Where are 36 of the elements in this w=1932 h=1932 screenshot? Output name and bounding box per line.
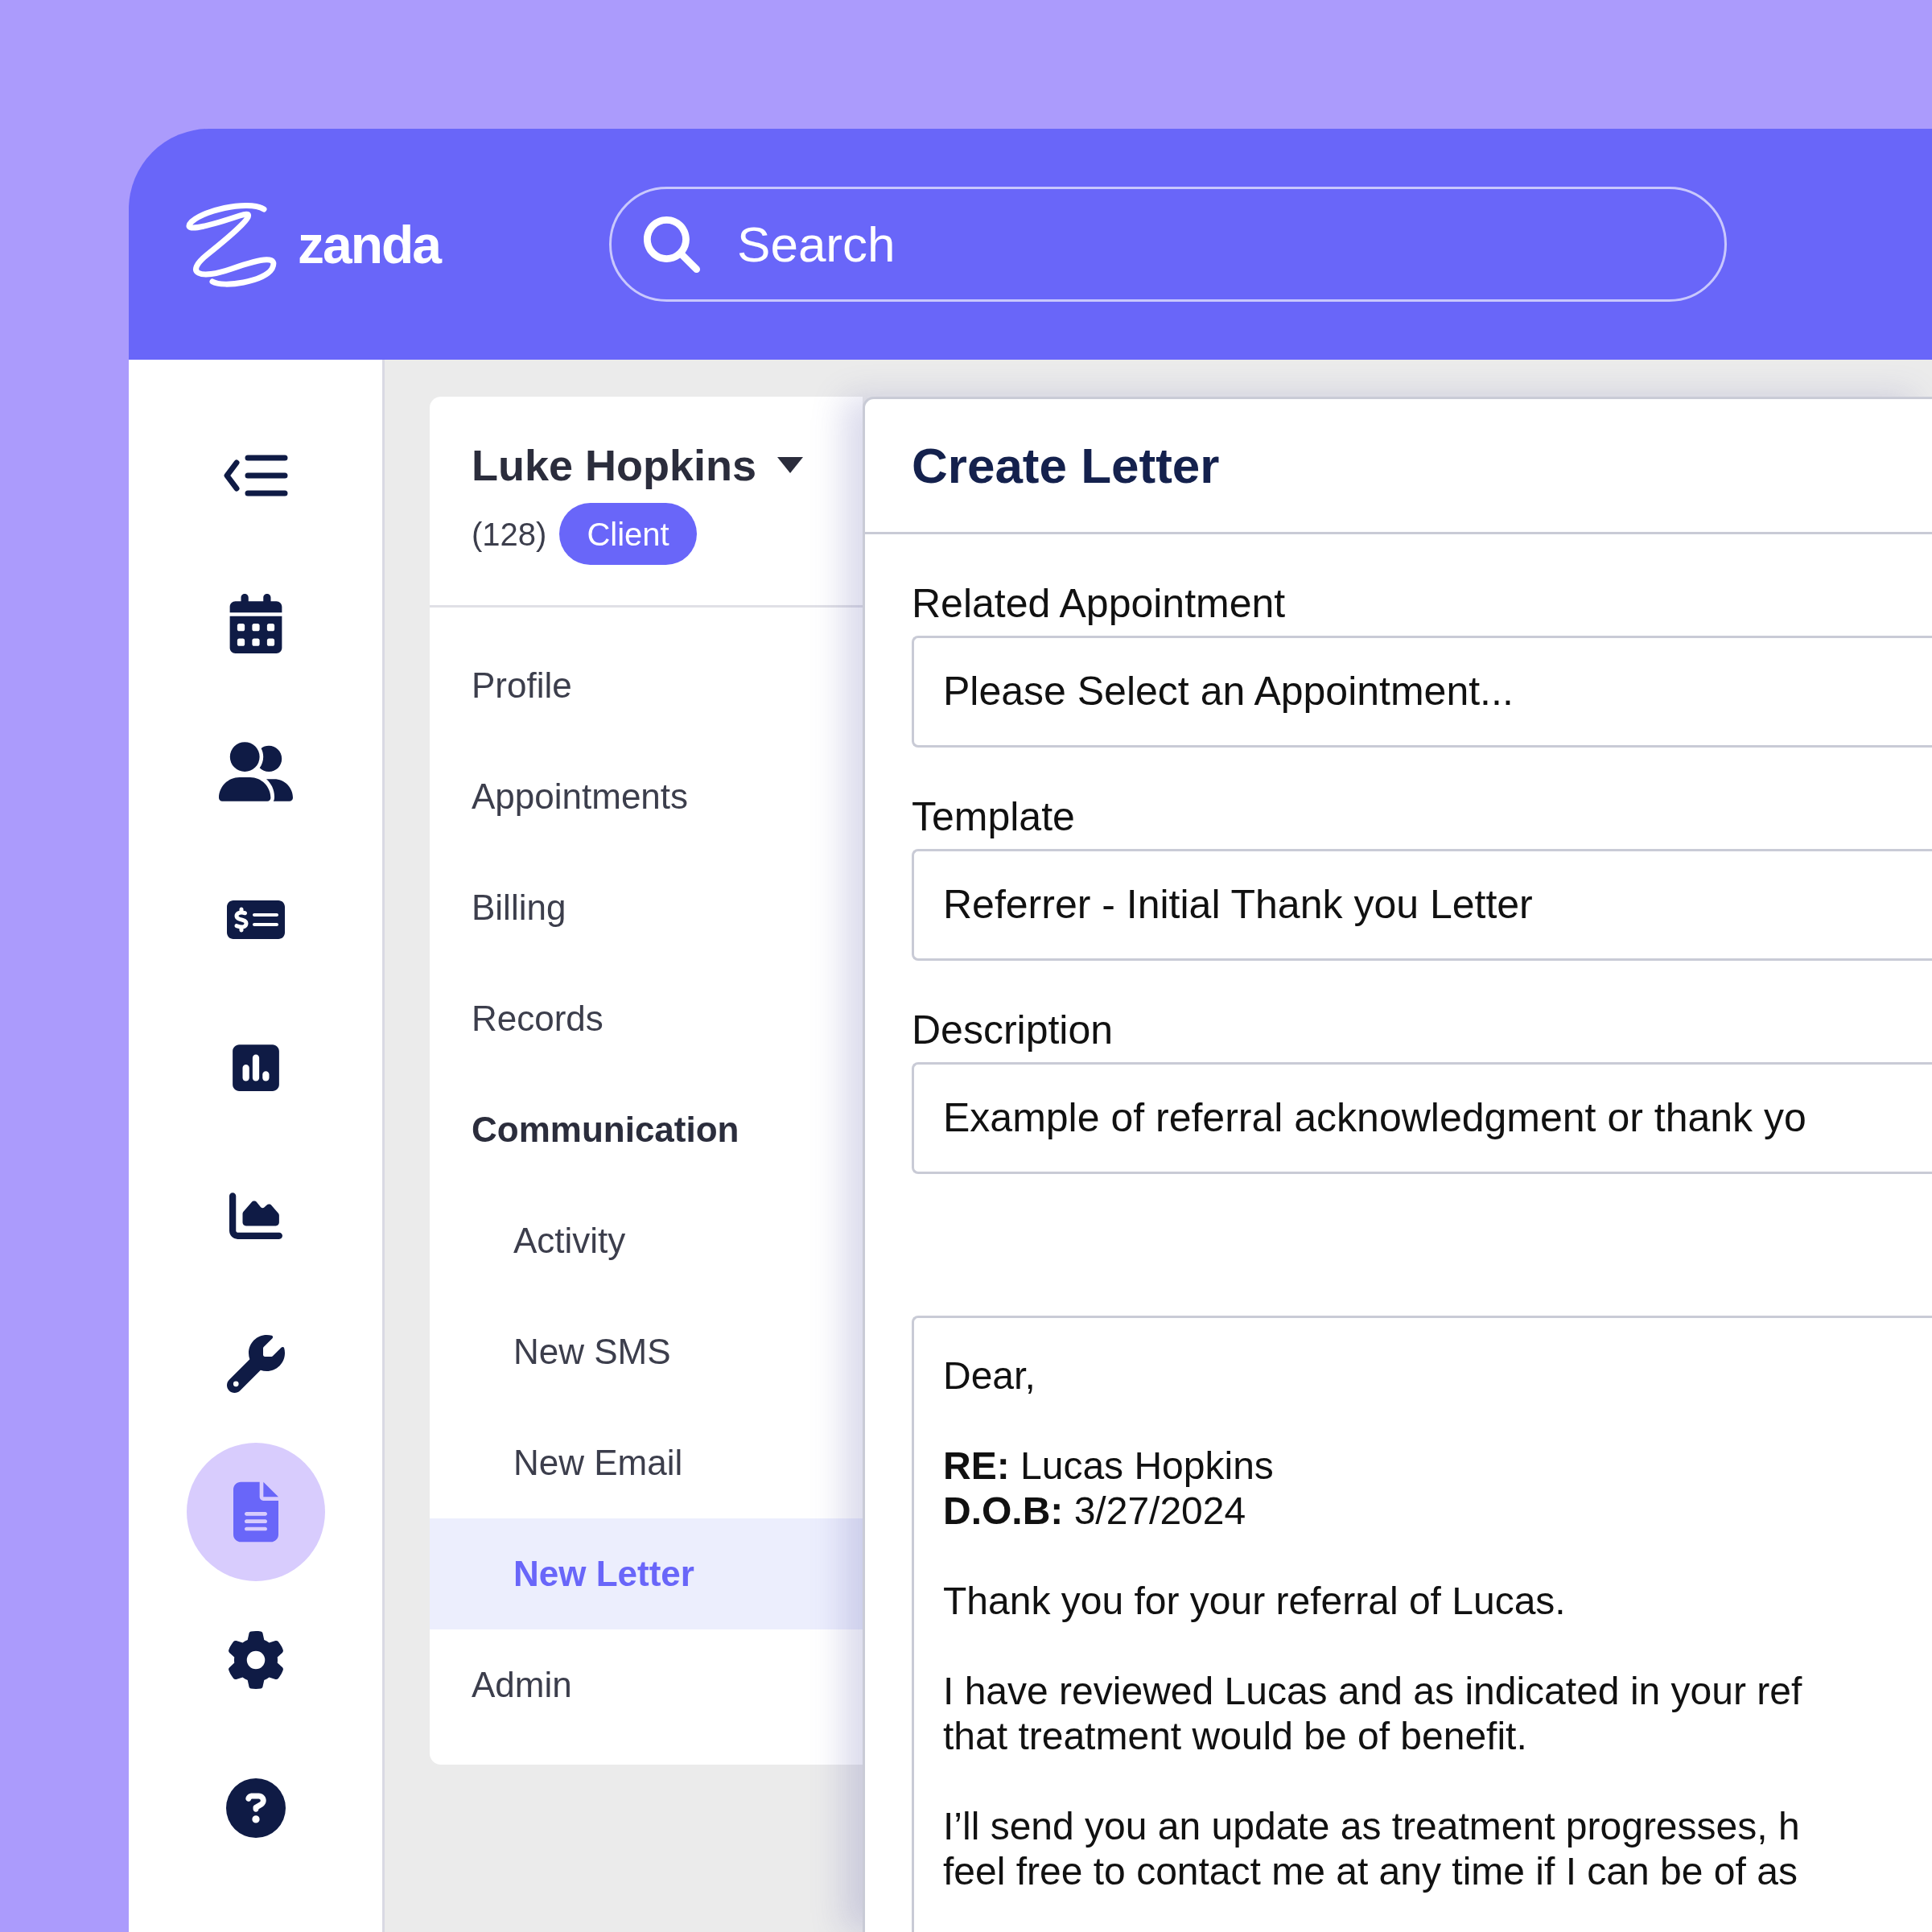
settings-icon (226, 1631, 285, 1689)
letter-paragraph: RE: Lucas Hopkins D.O.B: 3/27/2024 (943, 1444, 1275, 1534)
calendar-icon (229, 594, 282, 653)
client-nav-item[interactable]: Communication (430, 1074, 863, 1185)
client-nav-item[interactable]: New Email (430, 1407, 863, 1518)
dropdown-caret-icon[interactable] (777, 457, 804, 473)
field-label: Template (912, 793, 1076, 841)
client-number: (128) (472, 515, 547, 554)
form-field[interactable]: Please Select an Appointment... (912, 636, 1932, 748)
form-field[interactable]: Referrer - Initial Thank you Letter (912, 849, 1932, 961)
letter-paragraph: I have reviewed Lucas and as indicated in your ref that treatment would be of benefit. (943, 1669, 1803, 1759)
people-icon (218, 742, 293, 801)
help-icon (225, 1778, 286, 1838)
client-nav-item[interactable]: Activity (430, 1185, 863, 1296)
client-badge: Client (559, 503, 697, 565)
client-nav-item[interactable]: Admin (430, 1629, 863, 1740)
client-nav-item[interactable]: Appointments (430, 741, 863, 852)
letter-paragraph: I’ll send you an update as treatment progresses, h feel free to contact me at any time if I can be of as (943, 1804, 1801, 1894)
client-nav-item[interactable]: New Letter (430, 1518, 863, 1629)
letter-paragraph: Dear, (943, 1353, 1036, 1399)
client-nav-item[interactable]: Profile (430, 630, 863, 741)
field-label: Description (912, 1007, 1114, 1054)
client-nav-item[interactable]: New SMS (430, 1296, 863, 1407)
letter-paragraph: Thank you for your referral of Lucas. (943, 1579, 1567, 1624)
search-input[interactable]: Search (737, 207, 1462, 282)
letter-editor[interactable] (912, 1316, 1932, 1932)
document-icon (233, 1481, 278, 1543)
client-nav-item[interactable]: Records (430, 963, 863, 1074)
search-field[interactable]: Search (609, 187, 1728, 302)
card-title: Create Letter (912, 437, 1220, 495)
logo-text: zanda (298, 217, 441, 271)
client-nav-item[interactable]: Billing (430, 852, 863, 963)
wrench-icon (226, 1335, 285, 1393)
search-icon (644, 216, 701, 273)
field-label: Related Appointment (912, 580, 1287, 628)
form-field[interactable]: Example of referral acknowledgment or thank yo (912, 1062, 1932, 1174)
